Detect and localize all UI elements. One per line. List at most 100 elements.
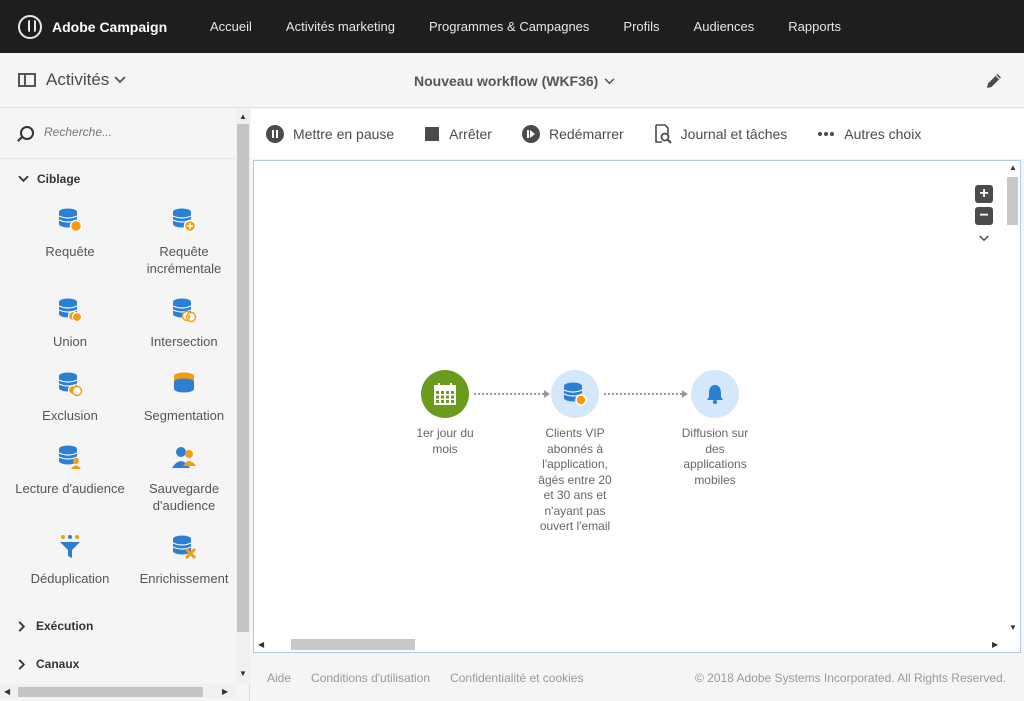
pause-button[interactable]: Mettre en pause <box>266 125 394 143</box>
button-label: Journal et tâches <box>680 126 788 142</box>
chevron-right-icon <box>18 620 26 632</box>
activity-requete[interactable]: Requête <box>15 207 125 260</box>
activities-panel: Ciblage Requête Requête incrémentale Uni… <box>0 109 250 701</box>
panel-horizontal-scrollbar[interactable]: ◀ ▶ <box>0 684 236 698</box>
activity-label: Déduplication <box>30 571 110 586</box>
activity-deduplication[interactable]: Déduplication <box>15 534 125 587</box>
app-name: Adobe Campaign <box>52 18 168 35</box>
canvas-vertical-scrollbar[interactable]: ▲ ▼ <box>1005 161 1020 636</box>
node-label-line: mois <box>432 441 458 456</box>
chevron-down-icon <box>18 175 29 183</box>
database-enrichment-icon <box>172 535 197 560</box>
node-label-line: âgés entre 20 <box>538 472 612 487</box>
node-label-line: mobiles <box>694 472 736 487</box>
brand[interactable]: Adobe Campaign <box>18 14 210 39</box>
section-canaux[interactable]: Canaux <box>18 657 79 671</box>
nav-item-audiences[interactable]: Audiences <box>694 19 755 34</box>
bell-icon <box>707 385 723 405</box>
workflow-canvas[interactable]: + − ▲ ▼ ◀ ▶ 1er jour du mois Clients VIP… <box>253 160 1021 653</box>
section-ciblage[interactable]: Ciblage <box>18 172 80 186</box>
nav-item-profils[interactable]: Profils <box>623 19 659 34</box>
workflow-title-text: Nouveau workflow (WKF36) <box>414 73 599 89</box>
node-label-line: l'application, <box>542 457 608 471</box>
activity-label: Intersection <box>150 334 218 349</box>
activity-lecture-audience[interactable]: Lecture d'audience <box>15 444 125 497</box>
node-label-line: 1er jour du <box>416 426 474 440</box>
nav-item-activites-marketing[interactable]: Activités marketing <box>286 19 395 34</box>
canvas-horizontal-scrollbar[interactable]: ◀ ▶ <box>254 636 1005 652</box>
node-label-line: Clients VIP <box>545 426 605 440</box>
section-execution[interactable]: Exécution <box>18 619 93 633</box>
journal-search-icon <box>654 124 672 144</box>
scrollbar-thumb[interactable] <box>18 687 203 697</box>
scroll-down-arrow-icon[interactable]: ▼ <box>1009 623 1017 632</box>
search-bar <box>0 109 236 159</box>
activity-union[interactable]: Union <box>15 297 125 350</box>
node-label-line: Diffusion sur <box>681 426 749 440</box>
section-label: Canaux <box>36 657 80 671</box>
chevron-down-icon <box>604 77 615 84</box>
activity-label: Enrichissement <box>139 571 229 586</box>
activity-requete-incrementale[interactable]: Requête incrémentale <box>129 207 239 277</box>
node-circle <box>421 370 469 418</box>
edit-pencil-icon[interactable] <box>984 71 1004 91</box>
stop-button[interactable]: Arrêter <box>424 126 492 142</box>
main-nav: Accueil Activités marketing Programmes &… <box>210 19 875 34</box>
nav-item-programmes-campagnes[interactable]: Programmes & Campagnes <box>429 19 589 34</box>
button-label: Redémarrer <box>548 126 624 142</box>
journal-button[interactable]: Journal et tâches <box>654 124 788 144</box>
node-label-line: ouvert l'email <box>539 519 611 533</box>
deduplication-funnel-icon <box>60 535 80 558</box>
calendar-icon <box>434 383 456 405</box>
scroll-right-arrow-icon[interactable]: ▶ <box>222 687 228 696</box>
activity-intersection[interactable]: Intersection <box>129 297 239 350</box>
scroll-down-arrow-icon[interactable]: ▼ <box>239 669 247 678</box>
footer-link-terms[interactable]: Conditions d'utilisation <box>311 671 430 685</box>
top-bar: Adobe Campaign Accueil Activités marketi… <box>0 0 1024 53</box>
workflow-title[interactable]: Nouveau workflow (WKF36) <box>414 73 615 89</box>
database-union-icon <box>58 298 83 323</box>
node-circle <box>691 370 739 418</box>
scrollbar-thumb[interactable] <box>237 124 249 632</box>
activity-enrichissement[interactable]: Enrichissement <box>129 534 239 587</box>
activity-label: Sauvegarde <box>148 481 220 496</box>
save-audience-icon <box>172 447 196 468</box>
workflow-node-scheduler[interactable]: 1er jour du mois <box>400 370 490 457</box>
chevron-down-icon[interactable] <box>979 235 989 242</box>
activity-sauvegarde-audience[interactable]: Sauvegarde d'audience <box>129 444 239 514</box>
zoom-out-button[interactable]: − <box>975 207 993 225</box>
activity-segmentation[interactable]: Segmentation <box>129 371 239 424</box>
activity-label: incrémentale <box>146 261 222 276</box>
footer-link-privacy[interactable]: Confidentialité et cookies <box>450 671 583 685</box>
side-panel-icon <box>18 73 36 87</box>
node-label-line: et 30 ans et <box>543 488 607 502</box>
chevron-down-icon <box>114 76 126 84</box>
search-input[interactable] <box>44 125 194 139</box>
scroll-left-arrow-icon[interactable]: ◀ <box>4 687 10 696</box>
database-read-audience-icon <box>58 445 81 469</box>
scroll-up-arrow-icon[interactable]: ▲ <box>1009 163 1017 172</box>
workflow-toolbar: Mettre en pause Arrêter Redémarrer Journ… <box>251 109 1024 159</box>
zoom-in-button[interactable]: + <box>975 185 993 203</box>
scrollbar-thumb[interactable] <box>291 639 415 650</box>
node-label-line: abonnés à <box>546 441 604 456</box>
activities-panel-toggle[interactable]: Activités <box>18 70 126 90</box>
scroll-up-arrow-icon[interactable]: ▲ <box>239 112 247 121</box>
more-options-button[interactable]: Autres choix <box>817 126 921 142</box>
panel-vertical-scrollbar[interactable]: ▲ ▼ <box>236 109 250 684</box>
footer-link-help[interactable]: Aide <box>267 671 291 685</box>
scrollbar-thumb[interactable] <box>1007 177 1018 225</box>
footer: Aide Conditions d'utilisation Confidenti… <box>251 655 1024 701</box>
scroll-left-arrow-icon[interactable]: ◀ <box>258 640 264 649</box>
nav-item-rapports[interactable]: Rapports <box>788 19 841 34</box>
restart-icon <box>521 125 540 143</box>
node-label-line: des <box>705 441 725 456</box>
scroll-right-arrow-icon[interactable]: ▶ <box>992 640 998 649</box>
activities-title: Activités <box>46 70 110 89</box>
workflow-node-push-delivery[interactable]: Diffusion sur des applications mobiles <box>670 370 760 488</box>
restart-button[interactable]: Redémarrer <box>521 125 624 143</box>
database-intersection-icon <box>172 298 197 323</box>
nav-item-accueil[interactable]: Accueil <box>210 19 252 34</box>
activity-exclusion[interactable]: Exclusion <box>15 371 125 424</box>
database-query-icon <box>58 208 83 233</box>
